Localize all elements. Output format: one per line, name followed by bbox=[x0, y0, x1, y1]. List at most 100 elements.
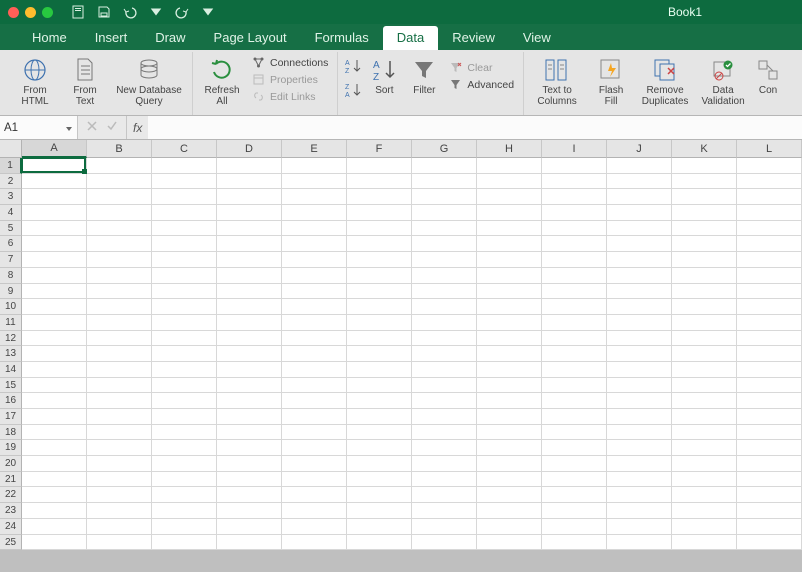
select-all-corner[interactable] bbox=[0, 140, 22, 158]
cell[interactable] bbox=[282, 284, 347, 300]
cell[interactable] bbox=[737, 346, 802, 362]
cell[interactable] bbox=[22, 299, 87, 315]
new-database-query-button[interactable]: New Database Query bbox=[112, 54, 186, 107]
cell[interactable] bbox=[152, 331, 217, 347]
cell[interactable] bbox=[412, 346, 477, 362]
cell[interactable] bbox=[672, 221, 737, 237]
cell[interactable] bbox=[412, 284, 477, 300]
cell[interactable] bbox=[672, 158, 737, 174]
cell[interactable] bbox=[87, 158, 152, 174]
column-header[interactable]: B bbox=[87, 140, 152, 158]
cell[interactable] bbox=[737, 409, 802, 425]
cell[interactable] bbox=[542, 158, 607, 174]
column-header[interactable]: H bbox=[477, 140, 542, 158]
cell[interactable] bbox=[87, 378, 152, 394]
redo-icon[interactable] bbox=[175, 5, 189, 19]
connections-button[interactable]: Connections bbox=[249, 55, 331, 70]
cell[interactable] bbox=[672, 425, 737, 441]
cell[interactable] bbox=[22, 315, 87, 331]
cell[interactable] bbox=[22, 456, 87, 472]
cell[interactable] bbox=[217, 393, 282, 409]
row-header[interactable]: 21 bbox=[0, 472, 22, 488]
cell[interactable] bbox=[477, 346, 542, 362]
cell[interactable] bbox=[217, 472, 282, 488]
cell[interactable] bbox=[672, 440, 737, 456]
cell[interactable] bbox=[672, 519, 737, 535]
cell[interactable] bbox=[672, 268, 737, 284]
cell[interactable] bbox=[282, 503, 347, 519]
cell[interactable] bbox=[282, 205, 347, 221]
cell[interactable] bbox=[282, 346, 347, 362]
cell[interactable] bbox=[672, 393, 737, 409]
cell[interactable] bbox=[22, 221, 87, 237]
cell[interactable] bbox=[672, 487, 737, 503]
cell[interactable] bbox=[282, 315, 347, 331]
cell[interactable] bbox=[672, 315, 737, 331]
cell[interactable] bbox=[737, 268, 802, 284]
column-header[interactable]: J bbox=[607, 140, 672, 158]
cell[interactable] bbox=[607, 299, 672, 315]
cell[interactable] bbox=[217, 158, 282, 174]
cell[interactable] bbox=[347, 174, 412, 190]
cell[interactable] bbox=[412, 236, 477, 252]
tab-page-layout[interactable]: Page Layout bbox=[200, 26, 301, 50]
row-header[interactable]: 6 bbox=[0, 236, 22, 252]
cell[interactable] bbox=[87, 174, 152, 190]
cell[interactable] bbox=[347, 189, 412, 205]
row-header[interactable]: 19 bbox=[0, 440, 22, 456]
name-box[interactable]: A1 bbox=[0, 116, 78, 139]
cell[interactable] bbox=[282, 472, 347, 488]
cell[interactable] bbox=[217, 378, 282, 394]
cell[interactable] bbox=[217, 535, 282, 551]
undo-icon[interactable] bbox=[123, 5, 137, 19]
cell[interactable] bbox=[477, 425, 542, 441]
cell[interactable] bbox=[282, 393, 347, 409]
cell[interactable] bbox=[217, 440, 282, 456]
cell[interactable] bbox=[542, 535, 607, 551]
enter-formula-icon[interactable] bbox=[106, 119, 118, 137]
tab-home[interactable]: Home bbox=[18, 26, 81, 50]
column-header[interactable]: L bbox=[737, 140, 802, 158]
cell[interactable] bbox=[737, 456, 802, 472]
cell[interactable] bbox=[672, 331, 737, 347]
cell[interactable] bbox=[347, 346, 412, 362]
cell[interactable] bbox=[22, 252, 87, 268]
cell[interactable] bbox=[477, 284, 542, 300]
cell[interactable] bbox=[87, 331, 152, 347]
cell[interactable] bbox=[282, 299, 347, 315]
close-window-button[interactable] bbox=[8, 7, 19, 18]
cell[interactable] bbox=[87, 487, 152, 503]
cell[interactable] bbox=[22, 535, 87, 551]
cell[interactable] bbox=[152, 393, 217, 409]
cell[interactable] bbox=[412, 315, 477, 331]
cell[interactable] bbox=[737, 440, 802, 456]
cell[interactable] bbox=[542, 236, 607, 252]
cell[interactable] bbox=[217, 346, 282, 362]
cell[interactable] bbox=[282, 221, 347, 237]
cell[interactable] bbox=[87, 503, 152, 519]
cell[interactable] bbox=[737, 331, 802, 347]
cell[interactable] bbox=[22, 331, 87, 347]
row-header[interactable]: 1 bbox=[0, 158, 22, 174]
cell[interactable] bbox=[347, 205, 412, 221]
row-header[interactable]: 4 bbox=[0, 205, 22, 221]
cell[interactable] bbox=[672, 284, 737, 300]
cell[interactable] bbox=[542, 378, 607, 394]
cell[interactable] bbox=[737, 535, 802, 551]
cell[interactable] bbox=[347, 393, 412, 409]
cell[interactable] bbox=[217, 487, 282, 503]
cell[interactable] bbox=[607, 535, 672, 551]
tab-draw[interactable]: Draw bbox=[141, 26, 199, 50]
cell[interactable] bbox=[542, 331, 607, 347]
tab-view[interactable]: View bbox=[509, 26, 565, 50]
cell[interactable] bbox=[22, 236, 87, 252]
cell[interactable] bbox=[87, 315, 152, 331]
row-header[interactable]: 11 bbox=[0, 315, 22, 331]
cell[interactable] bbox=[412, 425, 477, 441]
cell[interactable] bbox=[152, 440, 217, 456]
cell[interactable] bbox=[87, 362, 152, 378]
cell[interactable] bbox=[607, 174, 672, 190]
cell[interactable] bbox=[607, 331, 672, 347]
cell[interactable] bbox=[282, 331, 347, 347]
cell[interactable] bbox=[412, 205, 477, 221]
